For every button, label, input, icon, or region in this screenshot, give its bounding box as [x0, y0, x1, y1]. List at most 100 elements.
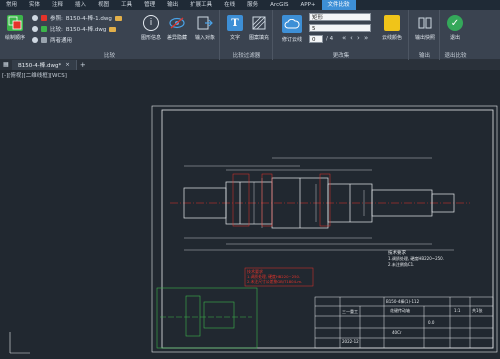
- group-compare: 绘制顺序 参照: B150-4-棒-1.dwg 比较: B150-4-棒.dwg…: [0, 10, 220, 60]
- draw-order-button[interactable]: 绘制顺序: [2, 12, 28, 48]
- revision-cloud-label: 修订云线: [281, 37, 302, 43]
- eye-slash-icon: [169, 15, 185, 31]
- ref-color-swatch[interactable]: [41, 15, 47, 21]
- prev-change-icon[interactable]: ‹: [350, 34, 353, 42]
- weight: 0.0: [428, 320, 435, 325]
- common-label: 两者通用: [50, 38, 73, 44]
- folder-icon[interactable]: [109, 26, 117, 32]
- output-snapshot-button[interactable]: 输出快照: [412, 12, 438, 48]
- part-name: 花键传动轴: [390, 308, 410, 313]
- menu-service[interactable]: 服务: [241, 0, 264, 10]
- import-icon: [197, 15, 213, 31]
- filter-text-button[interactable]: T 文字: [222, 12, 248, 48]
- last-change-icon[interactable]: »: [364, 34, 368, 42]
- add-tab-icon[interactable]: +: [80, 61, 86, 69]
- sheet-inner-frame: [161, 109, 494, 349]
- ref-file-name: B150-4-棒-1.dwg: [65, 16, 112, 22]
- group-changes: 修订云线 矩形 5 0 / 4 « ‹ › » 云线颜色 更改集: [274, 10, 409, 60]
- filter-text-label: 文字: [229, 35, 240, 41]
- revision-cloud-button[interactable]: 修订云线: [277, 12, 307, 48]
- menu-arcgis[interactable]: ArcGIS: [264, 0, 294, 10]
- group-filter: T 文字 图案填充 比较过滤器: [221, 10, 273, 60]
- document-tab-bar: ▦ B150-4-棒.dwg* × +: [0, 60, 500, 70]
- sheet-count: 共1张: [472, 308, 483, 313]
- group-output: 输出快照 输出: [410, 10, 440, 60]
- exit-compare-button[interactable]: ✓ 退出: [442, 12, 468, 48]
- change-total: / 4: [326, 36, 334, 42]
- menu-home[interactable]: 常用: [0, 0, 23, 10]
- diff-hidden-button[interactable]: 差异隐藏: [164, 12, 190, 48]
- menu-insert[interactable]: 插入: [69, 0, 92, 10]
- cloud-icon: [282, 15, 302, 33]
- import-label: 输入对象: [194, 35, 215, 41]
- menu-manage[interactable]: 管理: [138, 0, 161, 10]
- drawing-canvas[interactable]: [0, 70, 500, 359]
- eye-icon[interactable]: [32, 26, 38, 32]
- hatch-icon: [251, 15, 267, 31]
- part-code: B150-4棒(1)-112: [386, 299, 420, 304]
- viewport-label[interactable]: [-][俯视][二维线框][WCS]: [2, 71, 67, 79]
- info-button[interactable]: i 图形信息: [138, 12, 164, 48]
- text-icon: T: [227, 15, 243, 31]
- group-changes-label: 更改集: [332, 53, 350, 59]
- cloud-color-label: 云线颜色: [381, 35, 402, 41]
- eye-icon[interactable]: [32, 37, 38, 43]
- notes-line-2: 2.未注倒角C1.: [388, 262, 415, 267]
- info-label: 图形信息: [140, 35, 161, 41]
- menu-annotate[interactable]: 注释: [46, 0, 69, 10]
- cmp-label: 比较:: [50, 27, 63, 33]
- menu-output[interactable]: 输出: [161, 0, 184, 10]
- filter-hatch-label: 图案填充: [248, 35, 269, 41]
- ucs-icon: [9, 332, 30, 354]
- scale: 1:1: [454, 308, 461, 313]
- import-objects-button[interactable]: 输入对象: [192, 12, 218, 48]
- change-index-input[interactable]: 0: [309, 35, 323, 43]
- snapshot-icon: [417, 15, 433, 31]
- group-exit: ✓ 退出 退出比较: [441, 10, 500, 60]
- menu-online[interactable]: 在线: [218, 0, 241, 10]
- menu-view[interactable]: 视图: [92, 0, 115, 10]
- group-compare-label: 比较: [103, 53, 115, 59]
- ref-file-row[interactable]: 参照: B150-4-棒-1.dwg: [32, 13, 122, 23]
- exit-label: 退出: [449, 35, 460, 41]
- diff-hidden-label: 差异隐藏: [166, 35, 187, 41]
- document-tab[interactable]: B150-4-棒.dwg* ×: [12, 60, 77, 70]
- menu-tools[interactable]: 工具: [115, 0, 138, 10]
- cloud-size-input[interactable]: 5: [309, 24, 371, 32]
- document-tab-label: B150-4-棒.dwg*: [18, 63, 62, 69]
- output-snapshot-label: 输出快照: [414, 35, 435, 41]
- cmp-color-swatch[interactable]: [41, 26, 47, 32]
- dimensions: [184, 157, 454, 251]
- draw-order-icon: [7, 15, 23, 31]
- next-change-icon[interactable]: ›: [357, 34, 360, 42]
- cloud-shape-select[interactable]: 矩形: [309, 13, 371, 21]
- common-color-swatch[interactable]: [41, 37, 47, 43]
- cloud-color-button[interactable]: 云线颜色: [378, 12, 406, 48]
- menu-extension-tools[interactable]: 扩展工具: [184, 0, 218, 10]
- eye-icon[interactable]: [32, 15, 38, 21]
- date: 2022-12: [342, 339, 359, 344]
- cloud-color-swatch: [384, 15, 400, 31]
- close-icon[interactable]: ×: [65, 62, 70, 68]
- warn-line-2: 2.未注尺寸公差按GB/T1804-m.: [247, 279, 303, 284]
- menu-file-compare[interactable]: 文件比较: [321, 0, 356, 10]
- first-change-icon[interactable]: «: [342, 34, 346, 42]
- cmp-file-name: B150-4-棒.dwg: [65, 27, 107, 33]
- cmp-file-row[interactable]: 比较: B150-4-棒.dwg: [32, 24, 117, 34]
- draw-order-label: 绘制顺序: [4, 35, 25, 41]
- company: 三一重工: [342, 309, 358, 314]
- group-exit-label: 退出比较: [444, 53, 467, 59]
- group-output-label: 输出: [418, 53, 430, 59]
- menu-bar: 常用 实体 注释 插入 视图 工具 管理 输出 扩展工具 在线 服务 ArcGI…: [0, 0, 500, 10]
- common-row[interactable]: 两者通用: [32, 35, 72, 45]
- material: 40Cr: [392, 330, 402, 335]
- filter-hatch-button[interactable]: 图案填充: [246, 12, 272, 48]
- check-icon: ✓: [447, 15, 463, 31]
- folder-icon[interactable]: [114, 15, 122, 21]
- menu-app-plus[interactable]: APP+: [294, 0, 321, 10]
- menu-solid[interactable]: 实体: [23, 0, 46, 10]
- ref-label: 参照:: [50, 16, 63, 22]
- ribbon: 绘制顺序 参照: B150-4-棒-1.dwg 比较: B150-4-棒.dwg…: [0, 10, 500, 60]
- cmp-region: [156, 287, 258, 349]
- menu-grid-icon[interactable]: ▦: [3, 60, 9, 70]
